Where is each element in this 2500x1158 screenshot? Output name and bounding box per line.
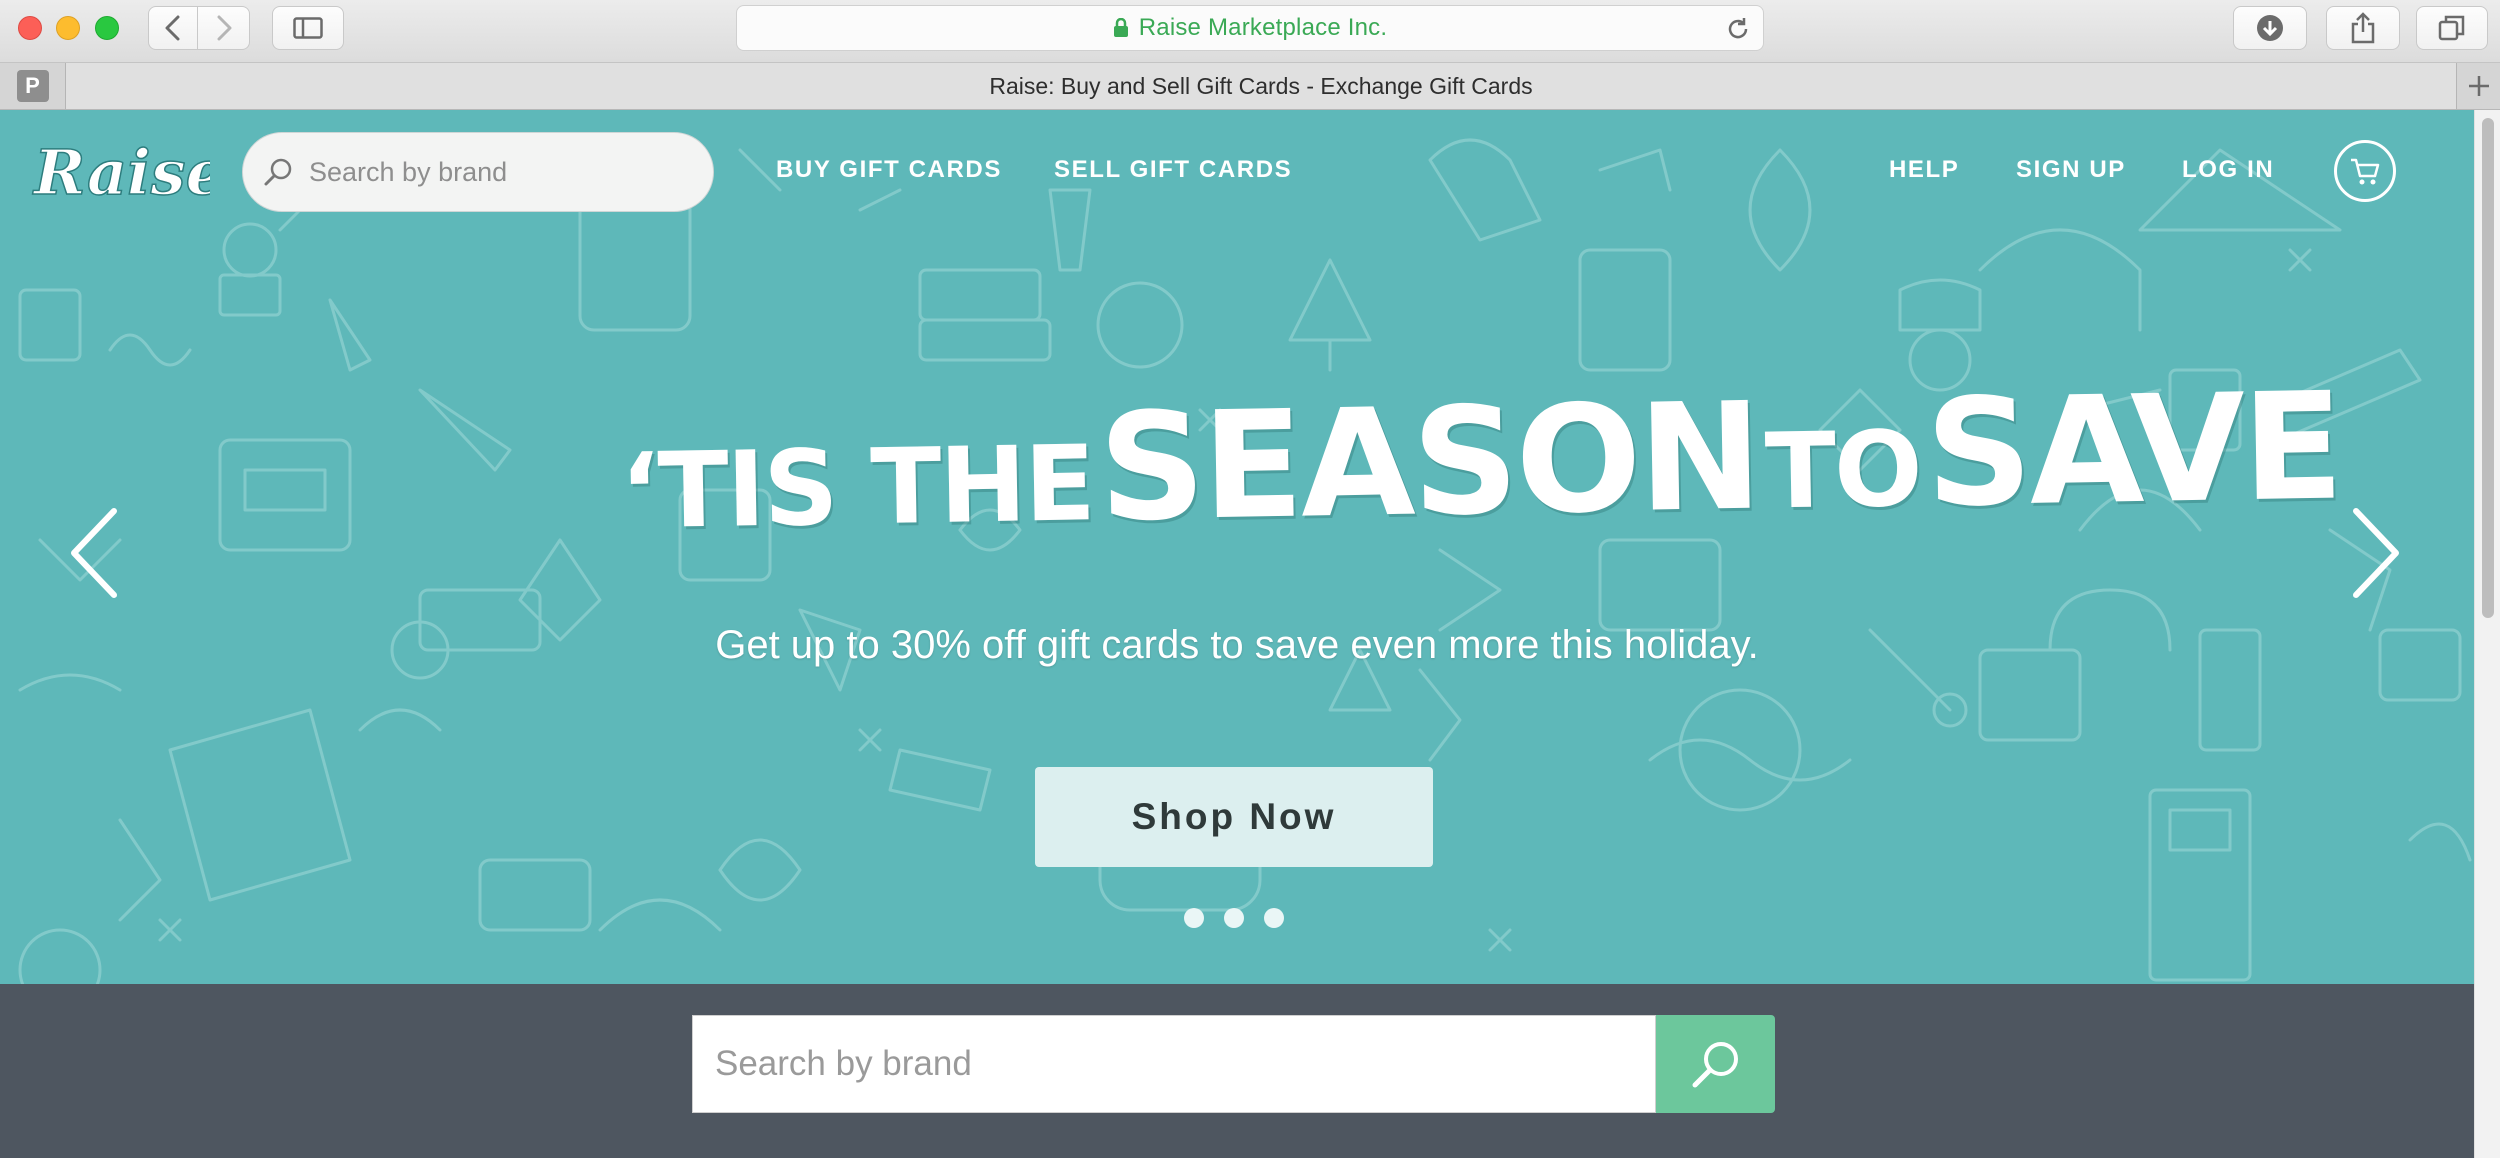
nav-help[interactable]: HELP: [1889, 156, 1959, 184]
header-search-input[interactable]: [307, 155, 687, 189]
headline-part-1: ‘TIS THE: [619, 422, 1095, 553]
brand-search-button[interactable]: [1656, 1015, 1775, 1113]
address-text: Raise Marketplace Inc.: [1138, 14, 1388, 41]
nav-log-in[interactable]: LOG IN: [2182, 156, 2274, 184]
cart-icon: [2351, 158, 2380, 185]
nav-sign-up[interactable]: SIGN UP: [2016, 156, 2126, 184]
active-tab[interactable]: Raise: Buy and Sell Gift Cards - Exchang…: [66, 63, 2456, 109]
carousel-next-arrow[interactable]: [2348, 505, 2404, 601]
shop-now-button[interactable]: Shop Now: [1035, 767, 1433, 867]
carousel-prev-arrow[interactable]: [66, 505, 122, 601]
scrollbar-thumb[interactable]: [2482, 118, 2494, 618]
address-bar[interactable]: Raise Marketplace Inc.: [736, 5, 1764, 51]
headline-part-2: SEASON: [1097, 370, 1761, 555]
nav-sell-gift-cards[interactable]: SELL GIFT CARDS: [1054, 156, 1292, 184]
hero-banner: Raise BUY GIFT CARDS SELL GIFT CARDS HEL…: [0, 110, 2474, 984]
pinned-tab-favicon: P: [16, 70, 49, 102]
forward-button[interactable]: [198, 6, 250, 50]
raise-logo[interactable]: Raise: [30, 128, 210, 218]
header-search-box[interactable]: [242, 132, 714, 212]
carousel-dot-1[interactable]: [1184, 908, 1204, 928]
back-button[interactable]: [148, 6, 198, 50]
nav-buy-gift-cards[interactable]: BUY GIFT CARDS: [776, 156, 1002, 184]
headline-part-3: TO: [1764, 407, 1922, 533]
close-window-button[interactable]: [18, 16, 42, 40]
lock-icon: [1113, 18, 1128, 37]
downloads-button[interactable]: [2233, 6, 2307, 50]
page-scrollbar[interactable]: [2474, 110, 2500, 1158]
tab-bar: P Raise: Buy and Sell Gift Cards - Excha…: [0, 63, 2500, 110]
carousel-dot-2[interactable]: [1224, 908, 1244, 928]
share-icon: [2351, 12, 2375, 44]
show-tabs-button[interactable]: [2416, 6, 2488, 50]
share-button[interactable]: [2326, 6, 2400, 50]
brand-search-box[interactable]: [692, 1015, 1656, 1113]
fullscreen-window-button[interactable]: [95, 16, 119, 40]
search-icon: [1692, 1042, 1738, 1088]
headline-part-4: SAVE: [1924, 360, 2342, 540]
svg-text:Raise: Raise: [32, 136, 210, 209]
plus-icon: [2468, 76, 2489, 96]
carousel-dot-3[interactable]: [1264, 908, 1284, 928]
carousel-dots: [1184, 908, 1284, 928]
hero-headline: ‘TIS THE SEASON TO SAVE: [619, 360, 2342, 563]
new-tab-button[interactable]: [2456, 63, 2500, 109]
sidebar-icon: [293, 17, 323, 39]
chevron-right-icon: [217, 15, 231, 41]
browser-toolbar: Raise Marketplace Inc.: [0, 0, 2500, 63]
sidebar-toggle-button[interactable]: [272, 6, 344, 50]
hero-subhead: Get up to 30% off gift cards to save eve…: [715, 623, 1759, 667]
brand-search-section: [0, 984, 2474, 1158]
tabs-overview-icon: [2438, 15, 2465, 41]
cart-button[interactable]: [2334, 140, 2396, 202]
brand-search-input[interactable]: [713, 1043, 1655, 1085]
download-icon: [2257, 15, 2283, 41]
tab-title: Raise: Buy and Sell Gift Cards - Exchang…: [989, 72, 1533, 99]
chevron-left-icon: [165, 15, 180, 41]
reload-icon[interactable]: [1725, 16, 1751, 42]
search-icon: [264, 158, 292, 186]
minimize-window-button[interactable]: [56, 16, 80, 40]
pinned-tab[interactable]: P: [0, 63, 66, 109]
